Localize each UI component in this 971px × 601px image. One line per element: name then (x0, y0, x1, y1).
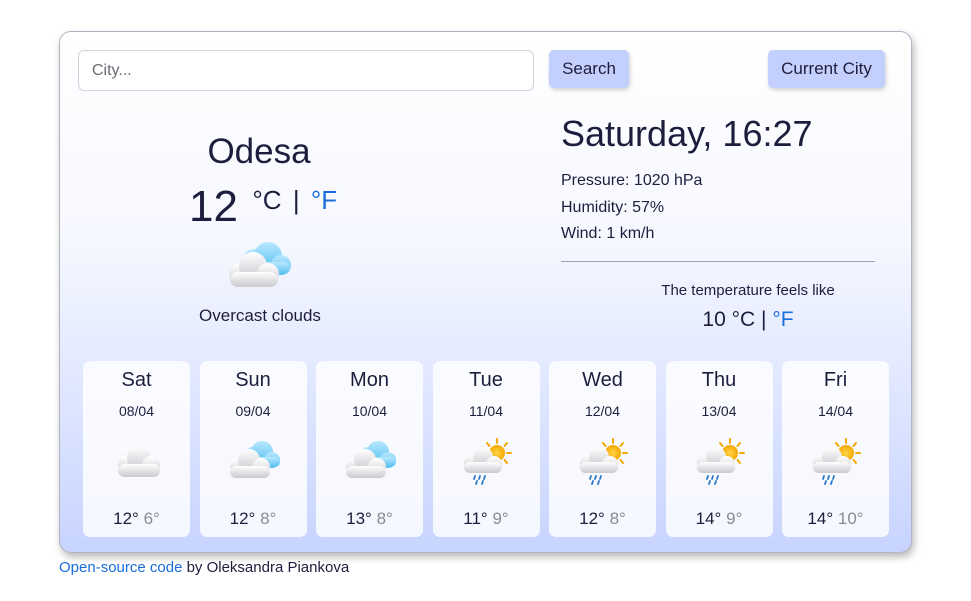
forecast-temps: 12° 8° (200, 509, 307, 529)
city-search-input[interactable] (78, 50, 534, 91)
forecast-day-name: Sun (235, 369, 271, 391)
forecast-day-name: Wed (582, 369, 623, 391)
weather-description: Overcast clouds (199, 306, 321, 325)
current-city-button[interactable]: Current City (768, 50, 885, 88)
weather-app-card: Search Current City Odesa 12 °C | °F Ove… (59, 31, 912, 553)
unit-switch: °C | °F (252, 185, 337, 216)
unit-separator: | (292, 185, 300, 215)
forecast-max-temp: 14° (695, 509, 722, 528)
feels-like-value: 10 (702, 308, 726, 331)
forecast-temps: 12° 8° (549, 509, 656, 529)
footer-author-text: by Oleksandra Piankova (182, 559, 350, 576)
temperature-value: 12 (189, 182, 238, 231)
forecast-max-temp: 12° (579, 509, 605, 528)
forecast-min-temp: 9° (726, 509, 743, 528)
forecast-max-temp: 11° (463, 509, 488, 528)
sun-rain-icon (696, 438, 745, 485)
forecast-row: Sat 08/04 12° 6° Sun 09/04 12° 8° Mon 10/04 13° … (83, 361, 890, 537)
current-temperature: 12 °C | °F (189, 182, 337, 232)
feels-fahrenheit-link[interactable]: °F (772, 308, 793, 331)
cloud-icon (118, 446, 160, 477)
forecast-date: 10/04 (351, 403, 388, 419)
feels-unit-separator: | (761, 308, 767, 331)
forecast-max-temp: 14° (807, 509, 834, 528)
sun-rain-icon (580, 438, 628, 485)
forecast-temps: 13° 8° (316, 509, 423, 529)
city-name: Odesa (207, 132, 311, 171)
forecast-max-temp: 12° (229, 509, 256, 528)
overcast-clouds-icon (346, 441, 396, 478)
forecast-day-name: Thu (701, 369, 737, 391)
feels-like-label: The temperature feels like (661, 282, 835, 299)
forecast-min-temp: 8° (376, 509, 393, 528)
forecast-day-card: Tue 11/04 11° 9° (432, 361, 540, 537)
forecast-date: 12/04 (584, 403, 621, 419)
forecast-day-card: Sat 08/04 12° 6° (83, 361, 190, 537)
forecast-date: 09/04 (235, 403, 271, 419)
current-datetime: Saturday, 16:27 (561, 113, 813, 154)
weather-stats: Pressure: 1020 hPa Humidity: 57% Wind: 1… (561, 168, 702, 248)
forecast-date: 14/04 (817, 403, 854, 419)
forecast-day-card: Thu 13/04 14° 9° (665, 361, 773, 537)
forecast-day-name: Tue (469, 369, 503, 391)
forecast-temps: 11° 9° (433, 509, 540, 529)
humidity-stat: Humidity: 57% (561, 198, 665, 216)
forecast-min-temp: 6° (143, 509, 160, 528)
forecast-day-card: Wed 12/04 12° 8° (549, 361, 656, 537)
forecast-temps: 14° 9° (666, 509, 773, 529)
forecast-min-temp: 10° (837, 509, 864, 528)
forecast-min-temp: 8° (260, 509, 277, 528)
sun-rain-icon (813, 438, 861, 485)
forecast-min-temp: 8° (609, 509, 626, 528)
forecast-date: 08/04 (118, 403, 155, 419)
forecast-day-name: Mon (350, 369, 389, 391)
forecast-day-card: Mon 10/04 13° 8° (316, 361, 423, 537)
celsius-link[interactable]: °C (252, 185, 281, 215)
footer: Open-source code by Oleksandra Piankova (59, 559, 349, 576)
forecast-max-temp: 13° (346, 509, 372, 528)
overcast-clouds-icon (229, 242, 291, 287)
search-button[interactable]: Search (549, 50, 629, 88)
wind-stat: Wind: 1 km/h (561, 225, 655, 242)
forecast-max-temp: 12° (113, 509, 139, 528)
feels-celsius-link[interactable]: °C (732, 308, 756, 331)
forecast-day-card: Fri 14/04 14° 10° (782, 361, 889, 537)
open-source-link[interactable]: Open-source code (59, 559, 182, 576)
sun-rain-icon (463, 438, 512, 485)
divider (561, 261, 875, 262)
forecast-temps: 12° 6° (83, 509, 190, 529)
feels-like-temperature: 10 °C | °F (561, 308, 935, 332)
forecast-day-name: Sat (121, 369, 152, 391)
forecast-day-name: Fri (823, 369, 848, 391)
forecast-date: 13/04 (701, 403, 737, 419)
fahrenheit-link[interactable]: °F (311, 185, 337, 215)
pressure-stat: Pressure: 1020 hPa (561, 172, 703, 189)
forecast-date: 11/04 (469, 403, 503, 419)
overcast-clouds-icon (229, 441, 280, 478)
forecast-min-temp: 9° (492, 509, 509, 528)
forecast-day-card: Sun 09/04 12° 8° (199, 361, 307, 537)
forecast-temps: 14° 10° (782, 509, 889, 529)
